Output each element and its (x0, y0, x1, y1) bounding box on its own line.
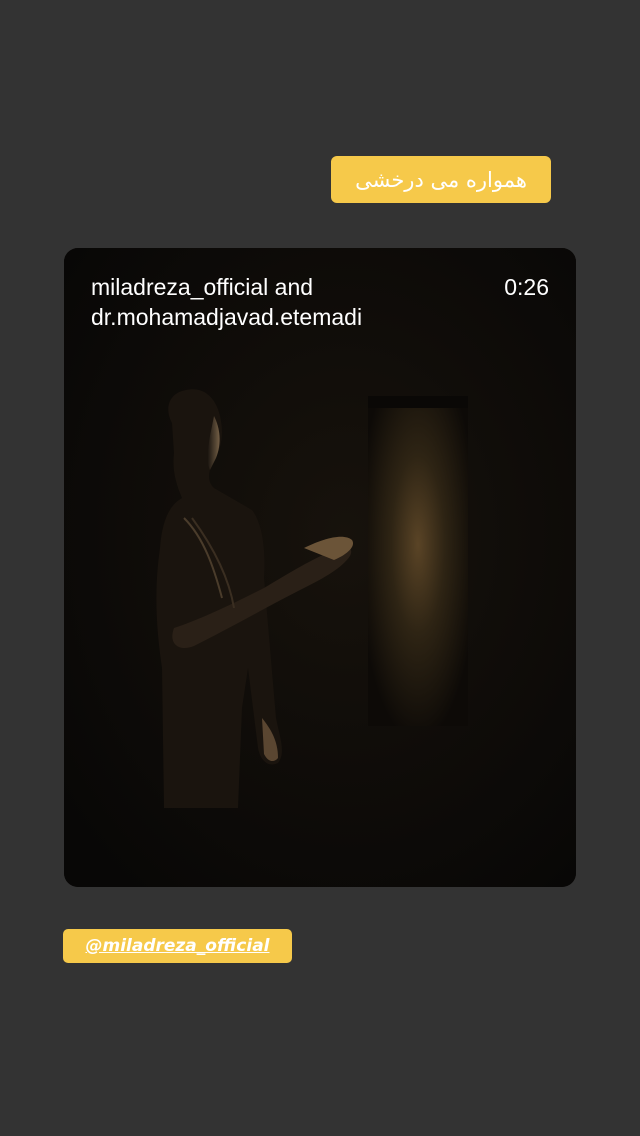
shared-reel-card[interactable]: miladreza_official and dr.mohamadjavad.e… (64, 248, 576, 887)
caption-sticker: همواره می درخشی (331, 156, 551, 203)
reel-username-line-2: dr.mohamadjavad.etemadi (91, 304, 363, 330)
mention-sticker[interactable]: @miladreza_official (63, 929, 292, 963)
story-frame[interactable]: همواره می درخشی miladreza_official and d… (0, 0, 640, 1136)
reel-usernames[interactable]: miladreza_official and dr.mohamadjavad.e… (91, 272, 471, 332)
reel-duration: 0:26 (504, 274, 549, 300)
reel-thumbnail-image (64, 248, 576, 887)
reel-username-line-1: miladreza_official and (91, 274, 314, 300)
